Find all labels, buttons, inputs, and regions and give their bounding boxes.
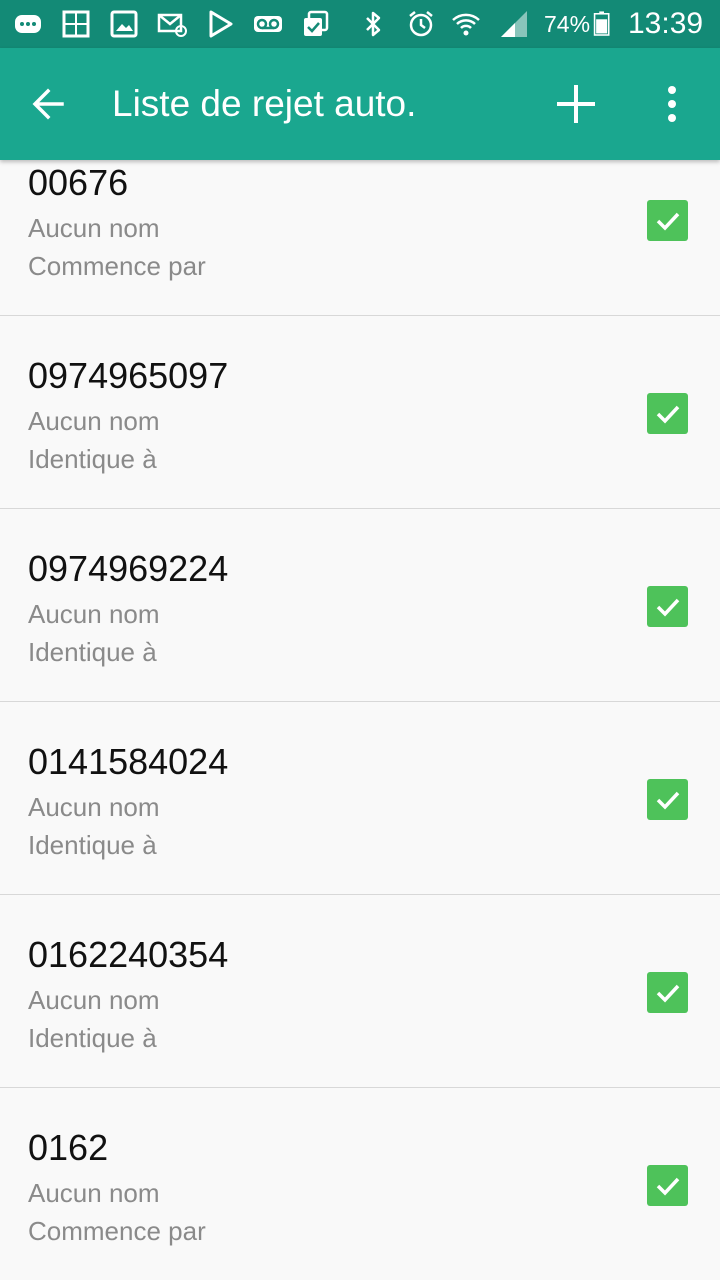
list-item[interactable]: 0162240354 Aucun nom Identique à: [0, 895, 720, 1088]
contact-name: Aucun nom: [28, 406, 160, 436]
list-item[interactable]: 0141584024 Aucun nom Identique à: [0, 702, 720, 895]
reject-list[interactable]: 00676 Aucun nom Commence par 0974965097 …: [0, 160, 720, 1280]
checkbox[interactable]: [647, 1165, 688, 1206]
check-icon: [656, 598, 679, 617]
match-type: Commence par: [28, 251, 206, 281]
match-type: Commence par: [28, 1216, 206, 1246]
alarm-icon: [405, 8, 437, 40]
messages-icon: [12, 8, 44, 40]
checkbox[interactable]: [647, 779, 688, 820]
status-bar: 74% 13:39: [0, 0, 720, 48]
phone-number: 0162240354: [28, 934, 229, 975]
check-icon: [656, 1177, 679, 1196]
list-item[interactable]: 0974969224 Aucun nom Identique à: [0, 509, 720, 702]
checkbox[interactable]: [647, 200, 688, 241]
image-icon: [108, 8, 140, 40]
match-type: Identique à: [28, 444, 157, 474]
phone-number: 0974965097: [28, 355, 229, 396]
bluetooth-icon: [357, 8, 389, 40]
checkbox[interactable]: [647, 393, 688, 434]
battery-icon: [590, 8, 618, 40]
voicemail-icon: [252, 8, 284, 40]
check-icon: [656, 984, 679, 1003]
check-icon: [656, 791, 679, 810]
match-type: Identique à: [28, 830, 157, 860]
more-vert-icon: [668, 86, 676, 122]
wifi-icon: [450, 8, 482, 40]
gallery-icon: [60, 8, 92, 40]
phone-number: 00676: [28, 162, 129, 203]
check-icon: [656, 212, 679, 231]
add-icon: [557, 85, 595, 123]
contact-name: Aucun nom: [28, 213, 160, 243]
signal-icon: [498, 8, 530, 40]
phone-number: 0162: [28, 1127, 109, 1168]
app-bar: Liste de rejet auto.: [0, 48, 720, 160]
contact-name: Aucun nom: [28, 599, 160, 629]
tasks-icon: [300, 8, 332, 40]
match-type: Identique à: [28, 1023, 157, 1053]
phone-number: 0974969224: [28, 548, 229, 589]
page-title: Liste de rejet auto.: [112, 83, 417, 124]
checkbox[interactable]: [647, 972, 688, 1013]
match-type: Identique à: [28, 637, 157, 667]
play-store-icon: [204, 8, 236, 40]
checkbox[interactable]: [647, 586, 688, 627]
contact-name: Aucun nom: [28, 792, 160, 822]
phone-number: 0141584024: [28, 741, 229, 782]
list-item[interactable]: 0974965097 Aucun nom Identique à: [0, 316, 720, 509]
back-arrow-icon: [32, 88, 64, 120]
clock: 13:39: [628, 7, 704, 40]
add-button[interactable]: [548, 76, 604, 132]
list-item[interactable]: 00676 Aucun nom Commence par: [0, 160, 720, 316]
more-options-button[interactable]: [648, 76, 696, 132]
contact-name: Aucun nom: [28, 985, 160, 1015]
battery-percent: 74%: [544, 11, 591, 37]
contact-name: Aucun nom: [28, 1178, 160, 1208]
back-button[interactable]: [20, 76, 76, 132]
email-icon: [156, 8, 188, 40]
check-icon: [656, 405, 679, 424]
list-item[interactable]: 0162 Aucun nom Commence par: [0, 1088, 720, 1280]
